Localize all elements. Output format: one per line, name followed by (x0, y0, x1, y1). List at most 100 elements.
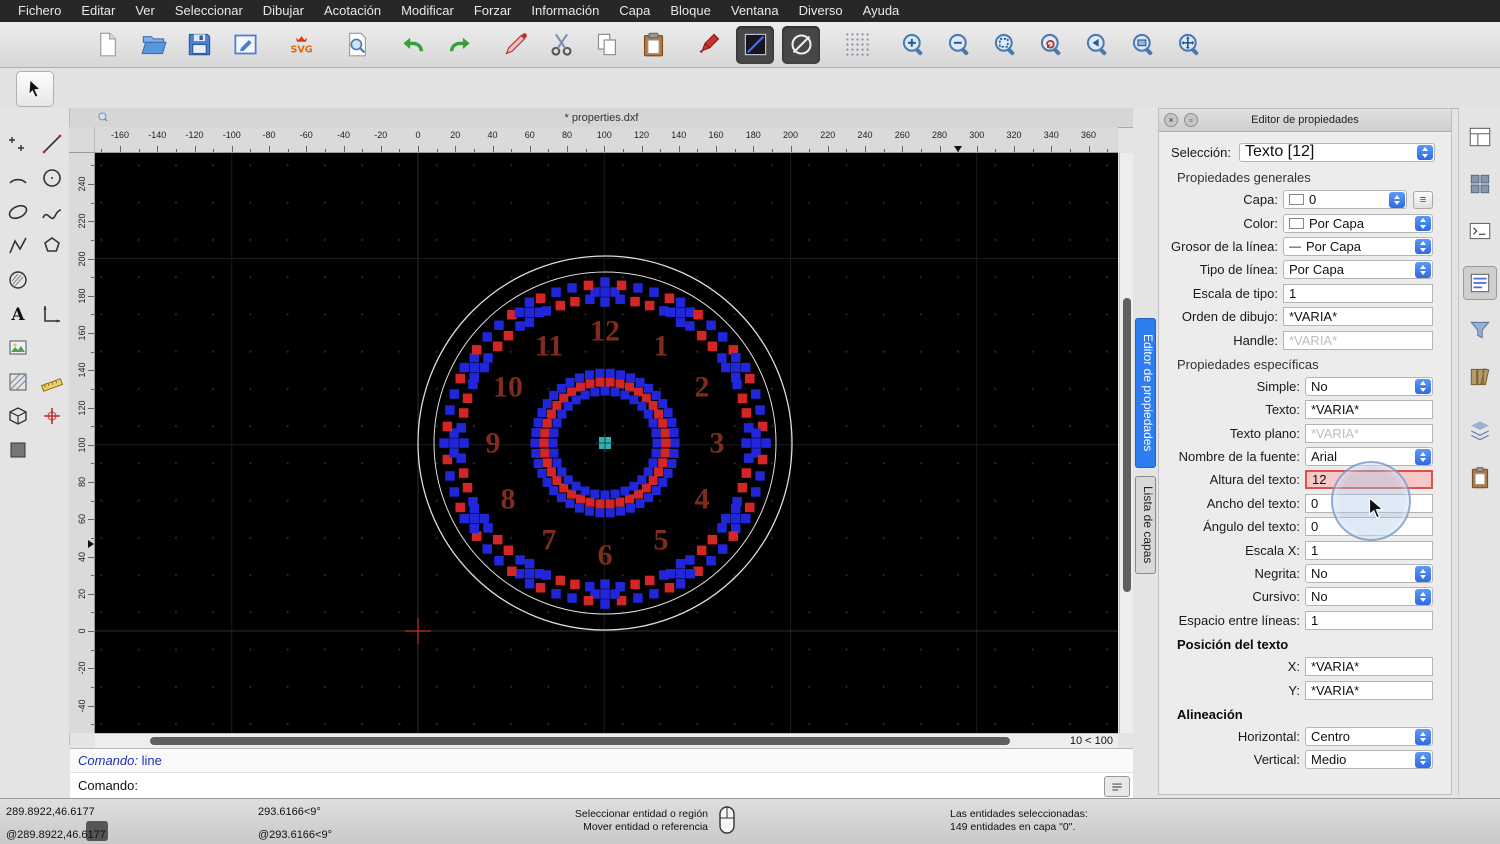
block-list-button[interactable] (1463, 167, 1497, 201)
command-widget-button[interactable] (1463, 214, 1497, 248)
polyline-tool-button[interactable] (2, 230, 33, 261)
field-horizontal[interactable]: Centro (1305, 727, 1433, 746)
drawing-preferences-button[interactable] (226, 26, 264, 64)
menu-ventana[interactable]: Ventana (721, 0, 789, 22)
dock-close-button[interactable] (1164, 113, 1178, 127)
menu-editar[interactable]: Editar (71, 0, 125, 22)
zoom-out-button[interactable] (940, 26, 978, 64)
redo-button[interactable] (440, 26, 478, 64)
layout-view-button[interactable] (1463, 120, 1497, 154)
field-y[interactable]: *VARIA* (1305, 680, 1433, 700)
field-espacio-entre-lineas[interactable]: 1 (1305, 610, 1433, 630)
menu-forzar[interactable]: Forzar (464, 0, 522, 22)
stepper-icon[interactable] (1415, 729, 1431, 745)
field-escala-de-tipo[interactable]: 1 (1283, 283, 1433, 303)
print-preview-button[interactable] (338, 26, 376, 64)
field-handle[interactable]: *VARIA* (1283, 330, 1433, 350)
cut-button[interactable] (542, 26, 580, 64)
copy-button[interactable] (588, 26, 626, 64)
grid-toggle-button[interactable] (838, 26, 876, 64)
point-tools-button[interactable] (2, 128, 33, 159)
field-capa[interactable]: 0 (1283, 190, 1407, 210)
spline-tool-button[interactable] (36, 196, 67, 227)
vertical-scroll-thumb[interactable] (1123, 298, 1131, 592)
menu-diverso[interactable]: Diverso (789, 0, 853, 22)
menu-fichero[interactable]: Fichero (8, 0, 71, 22)
new-file-button[interactable] (88, 26, 126, 64)
stepper-icon[interactable] (1415, 378, 1431, 395)
zoom-previous-button[interactable] (1078, 26, 1116, 64)
circle-tool-button[interactable] (36, 162, 67, 193)
stepper-icon[interactable] (1415, 238, 1431, 255)
stepper-icon[interactable] (1417, 144, 1433, 160)
stepper-icon[interactable] (1415, 589, 1431, 605)
stepper-icon[interactable] (1415, 262, 1431, 278)
stepper-icon[interactable] (1389, 192, 1405, 208)
delete-entities-button[interactable] (496, 26, 534, 64)
open-file-button[interactable] (134, 26, 172, 64)
field-cursivo[interactable]: No (1305, 587, 1433, 607)
ellipse-tool-button[interactable] (2, 196, 33, 227)
field-x[interactable]: *VARIA* (1305, 657, 1433, 677)
field-nombre-de-la-fuente[interactable]: Arial (1305, 447, 1433, 467)
svg-export-button[interactable]: SVG (282, 26, 320, 64)
drawing-canvas[interactable]: 1 2 3 4 5 6 7 8 9 10 11 12 (95, 153, 1118, 733)
stepper-icon[interactable] (1415, 566, 1431, 582)
tab-layer-list[interactable]: Lista de capas (1135, 476, 1156, 574)
selection-combo[interactable]: Texto [12] (1238, 142, 1435, 162)
property-editor-button[interactable] (1463, 266, 1497, 300)
horizontal-scroll-thumb[interactable] (150, 737, 1010, 745)
zoom-in-button[interactable] (894, 26, 932, 64)
field-texto[interactable]: *VARIA* (1305, 400, 1433, 420)
shape-attributes-button[interactable] (782, 25, 820, 64)
zoom-pan-button[interactable] (1170, 26, 1208, 64)
dimension-tool-button[interactable] (36, 298, 67, 329)
field-negrita[interactable]: No (1305, 564, 1433, 584)
arc-tool-button[interactable] (2, 162, 33, 193)
command-input[interactable] (138, 776, 1125, 796)
menu-acotacion[interactable]: Acotación (314, 0, 391, 22)
field-simple[interactable]: No (1305, 376, 1433, 396)
menu-dibujar[interactable]: Dibujar (253, 0, 314, 22)
field-orden-de-dibujo[interactable]: *VARIA* (1283, 307, 1433, 327)
menu-bloque[interactable]: Bloque (660, 0, 720, 22)
text-tool-button[interactable]: A (2, 298, 33, 329)
select-tool-button[interactable] (16, 71, 54, 107)
canvas-vertical-scrollbar[interactable] (1119, 153, 1133, 733)
clipboard-panel-button[interactable] (1463, 461, 1497, 495)
field-vertical[interactable]: Medio (1305, 750, 1433, 770)
menu-informacion[interactable]: Información (521, 0, 609, 22)
save-file-button[interactable] (180, 26, 218, 64)
undo-button[interactable] (394, 26, 432, 64)
library-browser-button[interactable] (1463, 360, 1497, 394)
stepper-icon[interactable] (1415, 752, 1431, 768)
field-tipo-de-linea[interactable]: Por Capa (1283, 260, 1433, 280)
hatch-tool-button[interactable] (2, 264, 33, 295)
field-altura-del-texto[interactable]: 12 (1305, 470, 1433, 490)
selection-filter-button[interactable] (1463, 313, 1497, 347)
field-texto-plano[interactable]: *VARIA* (1305, 423, 1433, 443)
menu-capa[interactable]: Capa (609, 0, 660, 22)
measure-tool-button[interactable] (36, 366, 67, 397)
zoom-window-button[interactable] (1124, 26, 1162, 64)
solid-tool-button[interactable] (2, 434, 33, 465)
line-attributes-button[interactable] (736, 25, 774, 64)
paste-button[interactable] (634, 26, 672, 64)
command-options-button[interactable] (1104, 776, 1130, 797)
field-angulo-del-texto[interactable]: 0 (1305, 517, 1433, 537)
menu-modificar[interactable]: Modificar (391, 0, 464, 22)
image-tool-button[interactable] (2, 332, 33, 363)
field-grosor-de-la-linea[interactable]: Por Capa (1283, 236, 1433, 256)
zoom-redraw-button[interactable] (1032, 26, 1070, 64)
polygon-tool-button[interactable] (36, 230, 67, 261)
menu-ayuda[interactable]: Ayuda (853, 0, 910, 22)
menu-ver[interactable]: Ver (125, 0, 165, 22)
zoom-auto-button[interactable] (986, 26, 1024, 64)
menu-seleccionar[interactable]: Seleccionar (165, 0, 253, 22)
fill-tool-button[interactable] (2, 366, 33, 397)
field-color[interactable]: Por Capa (1283, 213, 1433, 233)
field-escala-x[interactable]: 1 (1305, 540, 1433, 560)
layer-menu-button[interactable] (1413, 190, 1433, 209)
tab-property-editor[interactable]: Editor de propiedades (1135, 318, 1156, 468)
canvas-horizontal-scrollbar[interactable]: 10 < 100 (95, 733, 1118, 748)
